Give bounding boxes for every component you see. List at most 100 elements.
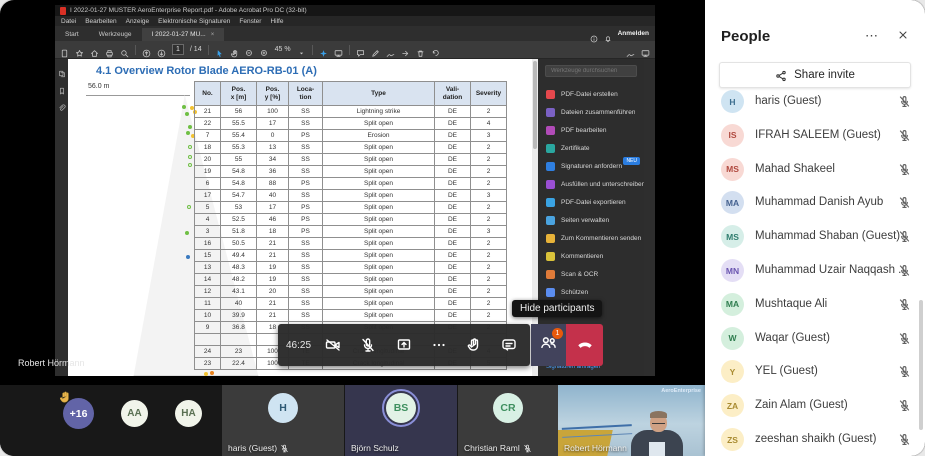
mic-off-icon[interactable] [898,95,911,108]
video-tile-robert[interactable]: AeroEnterprise Robert Hörmann [558,385,705,456]
participant-avatar-ha[interactable]: HA [175,400,202,427]
caret-down-icon[interactable] [297,45,306,54]
tool-pdf-datei-exportieren[interactable]: PDF-Datei exportieren [538,193,644,211]
participant-avatar-aa[interactable]: AA [121,400,148,427]
page-number-input[interactable]: 1 [172,44,184,55]
menu-anzeige[interactable]: Anzeige [126,18,150,25]
file-icon[interactable] [60,45,69,54]
mic-off-icon[interactable] [898,298,911,311]
document-scrollbar-thumb[interactable] [533,61,537,149]
pages-icon[interactable] [58,65,66,73]
participant-row[interactable]: ZA Zain Alam (Guest) [705,390,925,422]
info-icon[interactable] [590,30,598,38]
chat-button[interactable] [496,332,522,358]
tool-kommentieren[interactable]: Kommentieren [538,247,644,265]
show-participants-button[interactable]: 1 [531,324,566,366]
zoom-level[interactable]: 45 % [275,46,291,53]
mic-off-icon[interactable] [898,365,911,378]
menu-datei[interactable]: Datei [61,18,76,25]
participant-row[interactable]: MS Mahad Shakeel [705,154,925,186]
mic-off-icon[interactable] [898,163,911,176]
hang-up-button[interactable] [566,324,603,366]
participant-row[interactable]: MN Muhammad Uzair Naqqash ... [705,255,925,287]
zoom-in-icon[interactable] [260,45,269,54]
overflow-participants-avatar[interactable]: +16 [63,398,94,429]
hand-tool-icon[interactable] [230,45,239,54]
zoom-out-icon[interactable] [245,45,254,54]
tool-ausfüllen-und-unterschreiben[interactable]: Ausfüllen und unterschreiben [538,175,644,193]
participant-row[interactable]: IS IFRAH SALEEM (Guest) [705,120,925,152]
video-tile-haris[interactable]: H haris (Guest) [222,385,344,456]
video-tile-bjorn[interactable]: BS Björn Schulz [345,385,457,456]
panel-scrollbar-thumb[interactable] [919,300,923,430]
tool-pdf-bearbeiten[interactable]: PDF bearbeiten [538,121,644,139]
mic-off-icon[interactable] [898,264,911,277]
participant-row[interactable]: MA Muhammad Danish Ayub [705,187,925,219]
table-row: 1754.740SSSplit openDE3 [195,190,507,202]
search-icon[interactable] [120,45,129,54]
share-screen-button[interactable] [391,332,417,358]
clip-icon[interactable] [58,99,66,107]
fill-sign-icon[interactable] [386,45,395,54]
defect-table-header: No.Pos. x [m]Pos. y [%]Loca- tionTypeVal… [195,82,507,106]
mic-off-icon[interactable] [898,399,911,412]
tool-pdf-datei-erstellen[interactable]: PDF-Datei erstellen [538,85,644,103]
comment-icon[interactable] [356,45,365,54]
page-prev-icon[interactable] [142,45,151,54]
mic-off-button[interactable] [355,332,381,358]
participant-row[interactable]: MA Mushtaque Ali [705,289,925,321]
tool-scan-ocr[interactable]: Scan & OCR [538,265,644,283]
participant-row[interactable]: Y YEL (Guest) [705,356,925,388]
avatar: ZA [721,394,744,417]
more-options-icon[interactable]: ⋯ [865,28,879,44]
participant-row[interactable]: W Waqar (Guest) [705,323,925,355]
menu-elektronische-signaturen[interactable]: Elektronische Signaturen [158,18,230,25]
mic-off-icon[interactable] [898,196,911,209]
tools-search-input[interactable] [545,65,637,77]
raise-hand-button[interactable] [461,332,487,358]
tool-schützen[interactable]: Schützen [538,283,644,301]
trash-icon[interactable] [416,45,425,54]
tool-icon [546,144,555,153]
fill-sign-icon[interactable] [626,45,635,54]
window-title: I 2022-01-27 MUSTER AeroEnterprise Repor… [70,7,307,14]
video-tile-christian[interactable]: CR Christian Raml [458,385,558,456]
close-panel-icon[interactable] [897,28,909,40]
bell-icon[interactable] [604,30,612,38]
tool-zum-kommentieren-senden[interactable]: Zum Kommentieren senden [538,229,644,247]
participant-row[interactable]: MS Muhammad Shaban (Guest) [705,221,925,253]
mic-off-icon[interactable] [898,332,911,345]
tab-start[interactable]: Start [55,28,89,41]
undo-icon[interactable] [431,45,440,54]
participant-row[interactable]: ZS zeeshan shaikh (Guest) [705,424,925,456]
home-icon[interactable] [90,45,99,54]
tool-dateien-zusammenführen[interactable]: Dateien zusammenführen [538,103,644,121]
tab-close-icon[interactable]: × [211,32,215,38]
phone-down-icon [576,334,594,357]
bookmark-icon[interactable] [58,82,66,90]
menu-fenster[interactable]: Fenster [239,18,261,25]
mic-off-icon[interactable] [898,129,911,142]
sign-in-button[interactable]: Anmelden [618,30,649,37]
tool-seiten-verwalten[interactable]: Seiten verwalten [538,211,644,229]
menu-bearbeiten[interactable]: Bearbeiten [85,18,116,25]
camera-off-button[interactable] [320,332,346,358]
tab-werkzeuge[interactable]: Werkzeuge [89,28,142,41]
tab-document[interactable]: I 2022-01-27 MU... × [142,28,225,41]
participant-row[interactable]: H haris (Guest) [705,86,925,118]
page-next-icon[interactable] [157,45,166,54]
more-button[interactable] [426,332,452,358]
send-doc-icon[interactable] [401,45,410,54]
monitor-icon[interactable] [641,45,650,54]
pointer-icon[interactable] [215,45,224,54]
print-icon[interactable] [105,45,114,54]
star-icon[interactable] [75,45,84,54]
tool-zertifikate[interactable]: Zertifikate [538,139,644,157]
pencil-icon[interactable] [371,45,380,54]
mic-off-icon[interactable] [898,433,911,446]
tool-signaturen-anfordern[interactable]: Signaturen anfordern NEU [538,157,644,175]
mic-off-icon[interactable] [898,230,911,243]
ai-icon[interactable] [319,45,328,54]
monitor-icon[interactable] [334,45,343,54]
menu-hilfe[interactable]: Hilfe [270,18,283,25]
